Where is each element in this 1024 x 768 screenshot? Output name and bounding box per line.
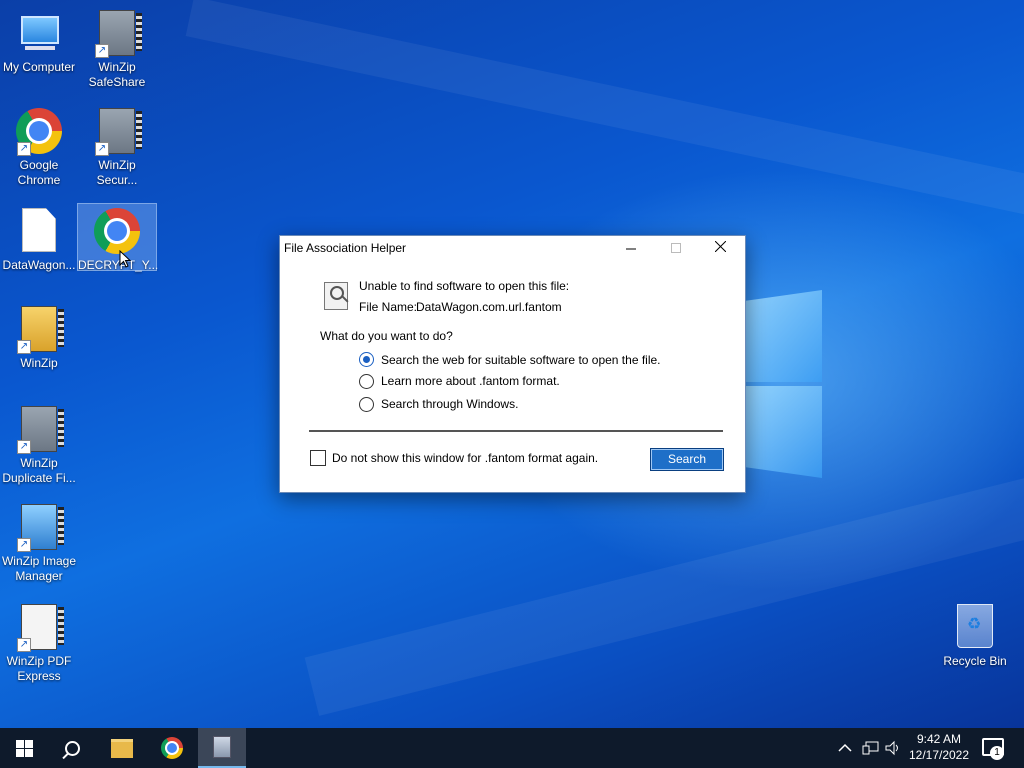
mouse-cursor-icon (119, 250, 131, 268)
taskbar-chrome[interactable] (148, 728, 196, 768)
computer-icon (15, 10, 63, 58)
notification-badge: 1 (990, 746, 1004, 760)
maximize-button[interactable] (653, 236, 698, 260)
desktop-icon-winzip-secure[interactable]: ↗ WinZip Secur... (78, 104, 156, 188)
dialog-message: Unable to find software to open this fil… (359, 279, 570, 293)
taskbar-clock[interactable]: 9:42 AM 12/17/2022 (906, 731, 972, 763)
desktop-icon-label: WinZip Image Manager (1, 554, 77, 583)
chrome-icon (161, 737, 183, 759)
dont-show-label[interactable]: Do not show this window for .fantom form… (332, 451, 598, 465)
app-icon (213, 736, 231, 758)
radio-learn-more[interactable] (359, 374, 374, 389)
file-icon (15, 208, 63, 256)
desktop-icon-label: DECRYPT_Y... (78, 258, 159, 272)
file-name-value: DataWagon.com.url.fantom (416, 300, 562, 314)
wallpaper-beam (185, 0, 1024, 224)
desktop-icon-winzip-safeshare[interactable]: ↗ WinZip SafeShare (78, 6, 156, 90)
search-button[interactable]: Search (650, 448, 724, 471)
taskbar: 9:42 AM 12/17/2022 1 (0, 728, 1024, 768)
desktop-icon-label: WinZip Duplicate Fi... (2, 456, 76, 485)
volume-icon (885, 740, 898, 756)
close-icon (714, 240, 727, 253)
folder-icon (111, 738, 133, 758)
wallpaper-logo-pane (744, 386, 822, 478)
winzip-image-icon: ↗ (15, 504, 64, 552)
wallpaper-logo-pane (744, 290, 822, 382)
taskbar-file-explorer[interactable] (98, 728, 146, 768)
wallpaper-beam (304, 464, 1024, 716)
desktop-icon-winzip-pdf-express[interactable]: ↗ WinZip PDF Express (0, 600, 78, 684)
winzip-safeshare-icon: ↗ (93, 10, 142, 58)
desktop-icon-label: Google Chrome (17, 158, 61, 187)
desktop-icon-datawagon[interactable]: DataWagon... (0, 204, 78, 273)
network-icon (862, 741, 879, 755)
desktop-icon-label: DataWagon... (2, 258, 76, 272)
desktop-icon-winzip-duplicate[interactable]: ↗ WinZip Duplicate Fi... (0, 402, 78, 486)
desktop-icon-label: WinZip Secur... (96, 158, 138, 187)
desktop-icon-label: Recycle Bin (943, 654, 1007, 668)
minimize-button[interactable] (608, 236, 653, 260)
desktop-icon-label: WinZip (20, 356, 58, 370)
radio-learn-more-label[interactable]: Learn more about .fantom format. (381, 374, 560, 388)
volume-tray-button[interactable] (884, 728, 902, 768)
dont-show-checkbox[interactable] (310, 450, 326, 466)
file-name-label: File Name: (359, 300, 418, 314)
clock-time: 9:42 AM (916, 732, 962, 746)
winzip-duplicate-icon: ↗ (15, 406, 64, 454)
windows-logo-icon (15, 739, 33, 757)
desktop-icon-label: WinZip SafeShare (88, 60, 146, 89)
taskbar-search-button[interactable] (48, 728, 96, 768)
chrome-icon (93, 208, 141, 256)
dialog-titlebar[interactable]: File Association Helper (280, 236, 745, 260)
radio-search-web[interactable] (359, 352, 374, 367)
maximize-icon (670, 243, 681, 253)
show-hidden-icons-button[interactable] (838, 728, 852, 768)
recycle-bin-icon: ♻ (951, 604, 999, 652)
network-tray-button[interactable] (862, 728, 880, 768)
chrome-icon: ↗ (15, 108, 63, 156)
desktop-icon-label: My Computer (2, 60, 76, 74)
taskbar-file-association-helper[interactable] (198, 728, 246, 768)
minimize-icon (625, 248, 636, 250)
winzip-pdf-icon: ↗ (15, 604, 64, 652)
desktop-icon-label: WinZip PDF Express (6, 654, 72, 683)
radio-search-web-label[interactable]: Search the web for suitable software to … (381, 353, 661, 367)
desktop-icon-recycle-bin[interactable]: ♻ Recycle Bin (936, 600, 1014, 669)
desktop-icon-decrypt[interactable]: DECRYPT_Y... (77, 203, 159, 272)
desktop-icon-winzip[interactable]: ↗ WinZip (0, 302, 78, 371)
winzip-icon: ↗ (15, 306, 64, 354)
radio-search-windows-label[interactable]: Search through Windows. (381, 397, 518, 411)
radio-search-windows[interactable] (359, 397, 374, 412)
search-icon (64, 740, 80, 756)
desktop[interactable]: My Computer ↗ WinZip SafeShare ↗ Google … (0, 0, 1024, 728)
chevron-up-icon (838, 743, 852, 752)
desktop-icon-my-computer[interactable]: My Computer (0, 6, 78, 75)
winzip-secure-icon: ↗ (93, 108, 142, 156)
file-search-icon (324, 280, 350, 310)
desktop-icon-winzip-image-manager[interactable]: ↗ WinZip Image Manager (0, 500, 78, 584)
dialog-separator (309, 430, 723, 432)
start-button[interactable] (0, 728, 48, 768)
desktop-icon-google-chrome[interactable]: ↗ Google Chrome (0, 104, 78, 188)
dialog-title: File Association Helper (284, 241, 407, 255)
clock-date: 12/17/2022 (908, 748, 970, 762)
dialog-question: What do you want to do? (320, 329, 453, 343)
file-association-dialog[interactable]: File Association Helper Unable to find s… (279, 235, 746, 493)
close-button[interactable] (698, 236, 743, 260)
